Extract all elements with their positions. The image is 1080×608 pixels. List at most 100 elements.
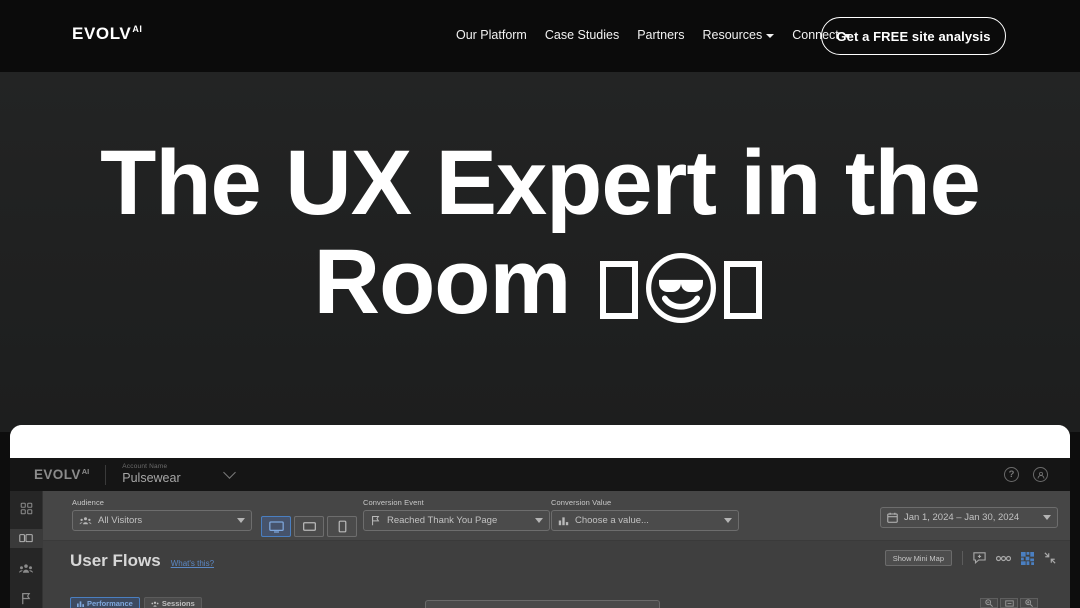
- whats-this-link[interactable]: What's this?: [171, 559, 214, 568]
- flow-view-tabs: Performance Sessions: [70, 597, 202, 608]
- header-divider: [105, 464, 107, 485]
- nav-item-label: Partners: [637, 28, 685, 42]
- nav-item-label: Our Platform: [456, 28, 527, 42]
- device-tablet-button[interactable]: [294, 516, 324, 537]
- account-name-label: Account Name: [122, 463, 168, 471]
- app-sidebar: [10, 491, 43, 608]
- device-desktop-button[interactable]: [261, 516, 291, 537]
- app-window-top-bar: [10, 425, 1070, 458]
- people-icon: [19, 564, 33, 573]
- phone-icon: [338, 520, 346, 533]
- audience-filter-label: Audience: [72, 498, 105, 507]
- conversion-value-label: Conversion Value: [551, 498, 612, 507]
- collapse-arrows-icon[interactable]: [1044, 552, 1056, 564]
- conversion-event-label: Conversion Event: [363, 498, 424, 507]
- hero-headline-line2-text: Room: [313, 231, 572, 333]
- hero-headline-line1: The UX Expert in the: [100, 131, 981, 234]
- free-site-analysis-button[interactable]: Get a FREE site analysis: [821, 17, 1006, 55]
- chevron-down-icon[interactable]: [222, 466, 236, 479]
- conversion-value-select[interactable]: Choose a value...: [551, 510, 739, 531]
- site-logo-superscript: AI: [132, 24, 143, 34]
- device-toggle-group: [261, 516, 357, 537]
- magnifier-minus-icon: [985, 599, 993, 607]
- conversion-event-value: Reached Thank You Page: [387, 515, 498, 526]
- sidebar-item-user-flows[interactable]: [10, 529, 43, 548]
- monitor-icon: [268, 520, 284, 533]
- user-circle-icon[interactable]: [1033, 467, 1048, 482]
- hero-section: The UX Expert in the Room: [0, 72, 1080, 432]
- calendar-icon: [887, 512, 898, 523]
- device-mobile-button[interactable]: [327, 516, 357, 537]
- account-selector[interactable]: Account Name Pulsewear: [122, 463, 181, 485]
- sidebar-item-audience[interactable]: [10, 559, 43, 578]
- nav-item-label: Resources: [702, 28, 763, 42]
- missing-glyph-box-icon: [724, 261, 763, 319]
- tablet-icon: [302, 522, 316, 531]
- app-header: EVOLV AI Account Name Pulsewear ?: [10, 458, 1070, 491]
- grid-blue-icon[interactable]: [1021, 551, 1034, 565]
- app-shell: EVOLV AI Account Name Pulsewear ? Audien…: [10, 458, 1070, 608]
- sidebar-item-dashboard[interactable]: [10, 499, 43, 518]
- nav-item-case-studies[interactable]: Case Studies: [545, 28, 619, 42]
- date-range-select[interactable]: Jan 1, 2024 – Jan 30, 2024: [880, 507, 1058, 528]
- flag-icon: [22, 593, 31, 605]
- tab-sessions[interactable]: Sessions: [143, 597, 202, 608]
- flag-icon: [372, 515, 380, 526]
- page-title: User Flows: [70, 551, 161, 570]
- bar-chart-icon: [558, 517, 569, 526]
- conversion-value-filter: Conversion Value Choose a value...: [551, 498, 739, 531]
- audience-select[interactable]: All Visitors: [72, 510, 252, 531]
- site-logo-text: EVOLV: [72, 24, 132, 43]
- app-logo-superscript: AI: [81, 466, 90, 476]
- nav-item-partners[interactable]: Partners: [637, 28, 684, 42]
- missing-glyph-box-icon: [600, 261, 639, 319]
- account-name-value: Pulsewear: [122, 470, 181, 485]
- fit-to-screen-button[interactable]: [1000, 598, 1018, 608]
- people-icon: [79, 517, 92, 525]
- canvas-zoom-controls: [980, 598, 1038, 608]
- chevron-down-icon: [535, 518, 543, 523]
- flow-canvas-node[interactable]: [425, 600, 660, 608]
- hero-headline-line2: Room: [100, 231, 980, 344]
- help-icon[interactable]: ?: [1004, 467, 1019, 482]
- show-mini-map-button[interactable]: Show Mini Map: [884, 550, 952, 566]
- chart-icon: [77, 601, 84, 607]
- toolbar-divider: [962, 551, 963, 565]
- site-navbar: EVOLV AI Our Platform Case Studies Partn…: [0, 0, 1080, 72]
- nav-item-label: Case Studies: [544, 28, 620, 42]
- app-header-actions: ?: [1004, 458, 1048, 491]
- comment-plus-icon[interactable]: [973, 552, 986, 564]
- user-flows-toolbar: Show Mini Map: [884, 550, 1056, 566]
- nav-item-our-platform[interactable]: Our Platform: [456, 28, 527, 42]
- nav-item-resources[interactable]: Resources: [702, 28, 775, 42]
- hero-headline: The UX Expert in the Room: [100, 131, 981, 371]
- conversion-event-select[interactable]: Reached Thank You Page: [363, 510, 550, 531]
- audience-select-value: All Visitors: [98, 515, 143, 526]
- fit-icon: [1004, 599, 1014, 607]
- grid-icon: [20, 502, 32, 515]
- tab-performance[interactable]: Performance: [70, 597, 140, 608]
- zoom-out-button[interactable]: [980, 598, 998, 608]
- conversion-event-filter: Conversion Event Reached Thank You Page: [363, 498, 550, 531]
- people-icon: [151, 601, 159, 607]
- site-logo[interactable]: EVOLV AI: [72, 24, 143, 43]
- dots-icon[interactable]: [996, 555, 1011, 562]
- conversion-value-value: Choose a value...: [575, 515, 649, 526]
- magnifier-plus-icon: [1025, 599, 1033, 607]
- app-logo-text: EVOLV: [34, 466, 81, 482]
- sidebar-item-goals[interactable]: [10, 589, 43, 608]
- chevron-down-icon: [237, 518, 245, 523]
- sunglasses-smiley-icon: [644, 245, 718, 344]
- nav-links: Our Platform Case Studies Partners Resou…: [456, 28, 851, 42]
- chevron-down-icon: [766, 34, 775, 38]
- audience-filter: Audience All Visitors: [72, 498, 252, 531]
- tab-label: Sessions: [161, 599, 195, 608]
- app-logo[interactable]: EVOLV AI: [34, 468, 89, 482]
- zoom-in-button[interactable]: [1020, 598, 1038, 608]
- date-range-value: Jan 1, 2024 – Jan 30, 2024: [904, 512, 1020, 523]
- chevron-down-icon: [1043, 515, 1051, 520]
- tab-label: Performance: [87, 599, 133, 608]
- app-preview-window: EVOLV AI Account Name Pulsewear ? Audien…: [10, 425, 1070, 608]
- landing-page: EVOLV AI Our Platform Case Studies Partn…: [0, 0, 1080, 608]
- filter-bar: Audience All Visitors Conversion Event R…: [43, 491, 1070, 541]
